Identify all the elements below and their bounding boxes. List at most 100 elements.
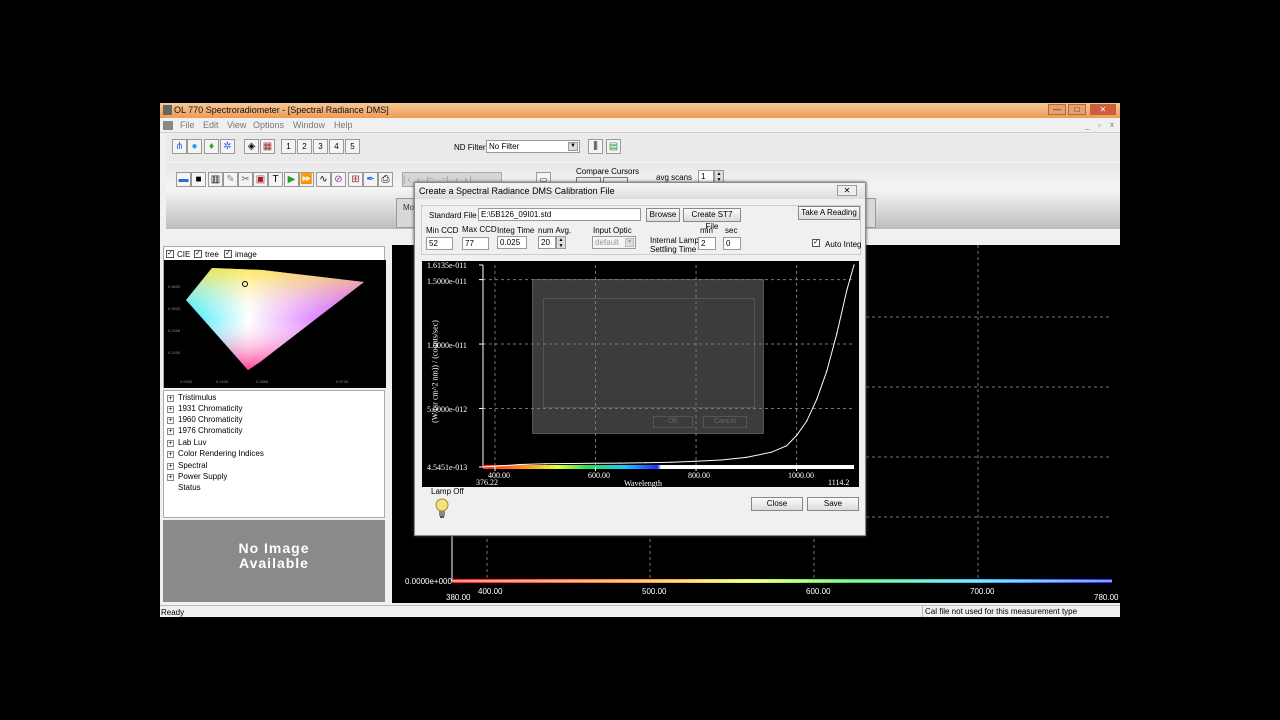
cie-diagram[interactable]: 0.4600 0.3533 0.2466 0.1400 0.0000 0.143… xyxy=(164,260,386,388)
settling-min-input[interactable]: 2 xyxy=(698,237,716,250)
data-point xyxy=(770,451,773,453)
cut-icon[interactable]: ✂ xyxy=(238,172,253,187)
pen-icon[interactable]: ✒ xyxy=(363,172,378,187)
minimize-button[interactable]: — xyxy=(1048,104,1066,115)
min-ccd-input[interactable]: 52 xyxy=(426,237,453,250)
tree-item-1960-chromaticity[interactable]: +1960 Chromaticity xyxy=(167,415,242,424)
table-icon[interactable]: ▣ xyxy=(253,172,268,187)
data-point xyxy=(816,398,818,401)
scale-icon[interactable]: ⊞ xyxy=(348,172,363,187)
take-reading-button[interactable]: Take A Reading xyxy=(798,206,860,220)
auto-integ-checkbox[interactable]: ✓ xyxy=(812,239,820,247)
preset-2-button[interactable]: 2 xyxy=(297,139,312,154)
input-optic-select[interactable]: default ▼ xyxy=(592,236,636,249)
x-tick-label: 600.00 xyxy=(588,471,610,480)
y-tick-label: 1.6135e-011 xyxy=(427,261,467,270)
x-axis-label: Wavelength xyxy=(624,479,663,488)
nd-filter-value: No Filter xyxy=(489,142,520,151)
lamp-settling-label1: Internal Lamp xyxy=(650,236,699,245)
chevron-down-icon[interactable]: ▼ xyxy=(625,238,634,247)
curve-icon[interactable]: ∿ xyxy=(316,172,331,187)
preset-3-button[interactable]: 3 xyxy=(313,139,328,154)
cie-checkbox[interactable]: ✓ xyxy=(166,250,174,258)
svg-text:0.3533: 0.3533 xyxy=(168,306,181,311)
tree-item-color-rendering[interactable]: + Color Rendering Indices xyxy=(167,449,264,458)
menu-options[interactable]: Options xyxy=(253,120,284,130)
sec-label: sec xyxy=(725,226,738,235)
spectrum-icon[interactable]: ⋔ xyxy=(172,139,187,154)
settling-sec-input[interactable]: 0 xyxy=(723,237,741,250)
tree-item-1976-chromaticity[interactable]: +1976 Chromaticity xyxy=(167,426,242,435)
data-point xyxy=(569,462,571,465)
menu-edit[interactable]: Edit xyxy=(203,120,219,130)
lamp-status-label: Lamp Off xyxy=(431,487,464,496)
integ-time-input[interactable]: 0.025 xyxy=(497,236,527,249)
preset-5-button[interactable]: 5 xyxy=(345,139,360,154)
tree-item-lab-luv[interactable]: + Lab Luv xyxy=(167,438,206,447)
add-chart-icon[interactable]: ▤ xyxy=(606,139,621,154)
standard-file-input[interactable]: E:\5B126_09I01.std xyxy=(478,208,641,221)
text-icon[interactable]: T xyxy=(268,172,283,187)
create-st7-button[interactable]: Create ST7 File xyxy=(683,208,741,231)
cancel-curve-icon[interactable]: ⊘ xyxy=(331,172,346,187)
close-dialog-button[interactable]: Close xyxy=(751,497,803,511)
menu-window[interactable]: Window xyxy=(293,120,325,130)
expand-icon[interactable]: + xyxy=(167,395,174,402)
min-label: min xyxy=(700,226,713,235)
integ-time-label: Integ Time xyxy=(497,226,535,235)
expand-icon[interactable]: + xyxy=(167,428,174,435)
doc-icon xyxy=(163,121,173,130)
open-icon[interactable]: ▬ xyxy=(176,172,191,187)
save-dialog-button[interactable]: Save xyxy=(807,497,859,511)
tree-item-spectral[interactable]: + Spectral xyxy=(167,461,207,470)
num-avg-stepper[interactable]: ▲ ▼ xyxy=(556,236,566,249)
tree-item-power-supply[interactable]: + Power Supply xyxy=(167,472,227,481)
nd-filter-select[interactable]: No Filter ▼ xyxy=(486,140,580,153)
page-icon[interactable]: ▥ xyxy=(208,172,223,187)
preset-4-button[interactable]: 4 xyxy=(329,139,344,154)
play-icon[interactable]: ▶ xyxy=(284,172,299,187)
preset-1-button[interactable]: 1 xyxy=(281,139,296,154)
expand-icon[interactable]: + xyxy=(167,406,174,413)
bulb-icon[interactable]: ♦ xyxy=(204,139,219,154)
tree-item-label: Power Supply xyxy=(178,472,228,481)
image-checkbox[interactable]: ✓ xyxy=(224,250,232,258)
menu-help[interactable]: Help xyxy=(334,120,353,130)
columns-icon[interactable]: ⫼ xyxy=(588,139,603,154)
num-avg-input[interactable]: 20 xyxy=(538,236,556,249)
main-x-tick-700: 700.00 xyxy=(970,587,995,596)
chevron-down-icon[interactable]: ▼ xyxy=(568,142,578,151)
mdi-minimize-button[interactable]: _ xyxy=(1085,121,1089,130)
eye-icon[interactable]: ◈ xyxy=(244,139,259,154)
y-tick-label: 4.5451e-013 xyxy=(427,463,468,472)
mdi-close-button[interactable]: x xyxy=(1110,120,1114,129)
menu-view[interactable]: View xyxy=(227,120,246,130)
svg-text:0.2866: 0.2866 xyxy=(256,379,269,384)
lamp-icon[interactable]: ● xyxy=(187,139,202,154)
edit-icon[interactable]: ✎ xyxy=(223,172,238,187)
max-ccd-input[interactable]: 77 xyxy=(462,237,489,250)
expand-icon[interactable]: + xyxy=(167,463,174,470)
print-icon[interactable]: ⎙ xyxy=(378,172,393,187)
dialog-close-icon[interactable]: ✕ xyxy=(837,185,857,196)
chart-icon[interactable]: ▦ xyxy=(260,139,275,154)
menu-file[interactable]: File xyxy=(180,120,195,130)
expand-icon[interactable]: + xyxy=(167,474,174,481)
calibration-graph[interactable]: OK Cancel 1.6135e-011 1.5000e-011 1.0000… xyxy=(422,261,859,488)
save-icon[interactable]: ■ xyxy=(191,172,206,187)
tree-item-tristimulus[interactable]: + Tristimulus xyxy=(167,393,216,402)
close-button[interactable]: ✕ xyxy=(1090,104,1116,115)
expand-icon[interactable]: + xyxy=(167,451,174,458)
browse-button[interactable]: Browse xyxy=(646,208,680,222)
tree-item-label: Tristimulus xyxy=(178,393,217,402)
mdi-restore-button[interactable]: ▫ xyxy=(1098,121,1101,130)
tree-checkbox[interactable]: ✓ xyxy=(194,250,202,258)
tree-item-1931-chromaticity[interactable]: +1931 Chromaticity xyxy=(167,404,242,413)
expand-icon[interactable]: + xyxy=(167,417,174,424)
tree-item-status[interactable]: Status xyxy=(178,483,201,492)
fast-forward-icon[interactable]: ⏩ xyxy=(299,172,314,187)
maximize-button[interactable]: □ xyxy=(1068,104,1086,115)
sun-icon[interactable]: ✲ xyxy=(220,139,235,154)
window-title: OL 770 Spectroradiometer - [Spectral Rad… xyxy=(174,105,389,115)
expand-icon[interactable]: + xyxy=(167,440,174,447)
